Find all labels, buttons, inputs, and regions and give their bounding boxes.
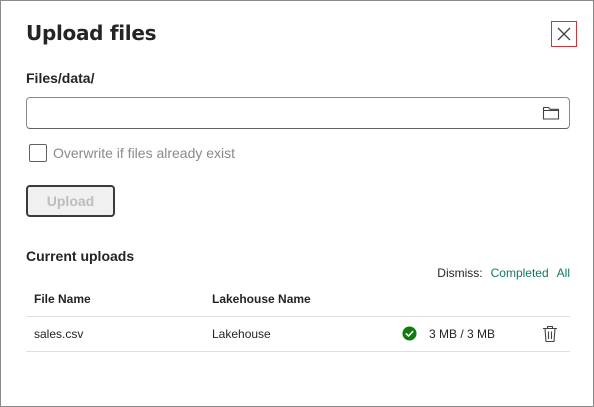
upload-button[interactable]: Upload [26, 185, 115, 217]
close-icon [557, 27, 571, 41]
dismiss-controls: Dismiss: Completed All [437, 266, 570, 280]
column-header-lakehouse-name: Lakehouse Name [212, 292, 311, 306]
upload-files-dialog: Upload files Files/data/ Overwrite if fi… [0, 0, 594, 407]
dialog-title: Upload files [26, 21, 157, 45]
upload-progress: 3 MB / 3 MB [429, 327, 496, 341]
file-path-input[interactable] [35, 102, 539, 126]
table-row-divider [26, 351, 570, 352]
check-circle-icon [402, 326, 417, 341]
trash-icon[interactable] [542, 325, 558, 343]
file-name-cell: sales.csv [34, 327, 84, 341]
overwrite-label: Overwrite if files already exist [53, 145, 236, 161]
current-uploads-title: Current uploads [26, 248, 135, 264]
destination-path: Files/data/ [26, 70, 95, 86]
table-header-divider [26, 316, 570, 317]
lakehouse-cell: Lakehouse [212, 327, 271, 341]
folder-icon[interactable] [542, 105, 560, 121]
column-header-file-name: File Name [34, 292, 91, 306]
close-button[interactable] [551, 21, 577, 47]
overwrite-option: Overwrite if files already exist [29, 144, 235, 162]
overwrite-checkbox[interactable] [29, 144, 47, 162]
dismiss-completed-link[interactable]: Completed [491, 266, 549, 280]
file-picker-field[interactable] [26, 97, 570, 129]
dismiss-all-link[interactable]: All [557, 266, 570, 280]
dismiss-label: Dismiss: [437, 266, 483, 280]
